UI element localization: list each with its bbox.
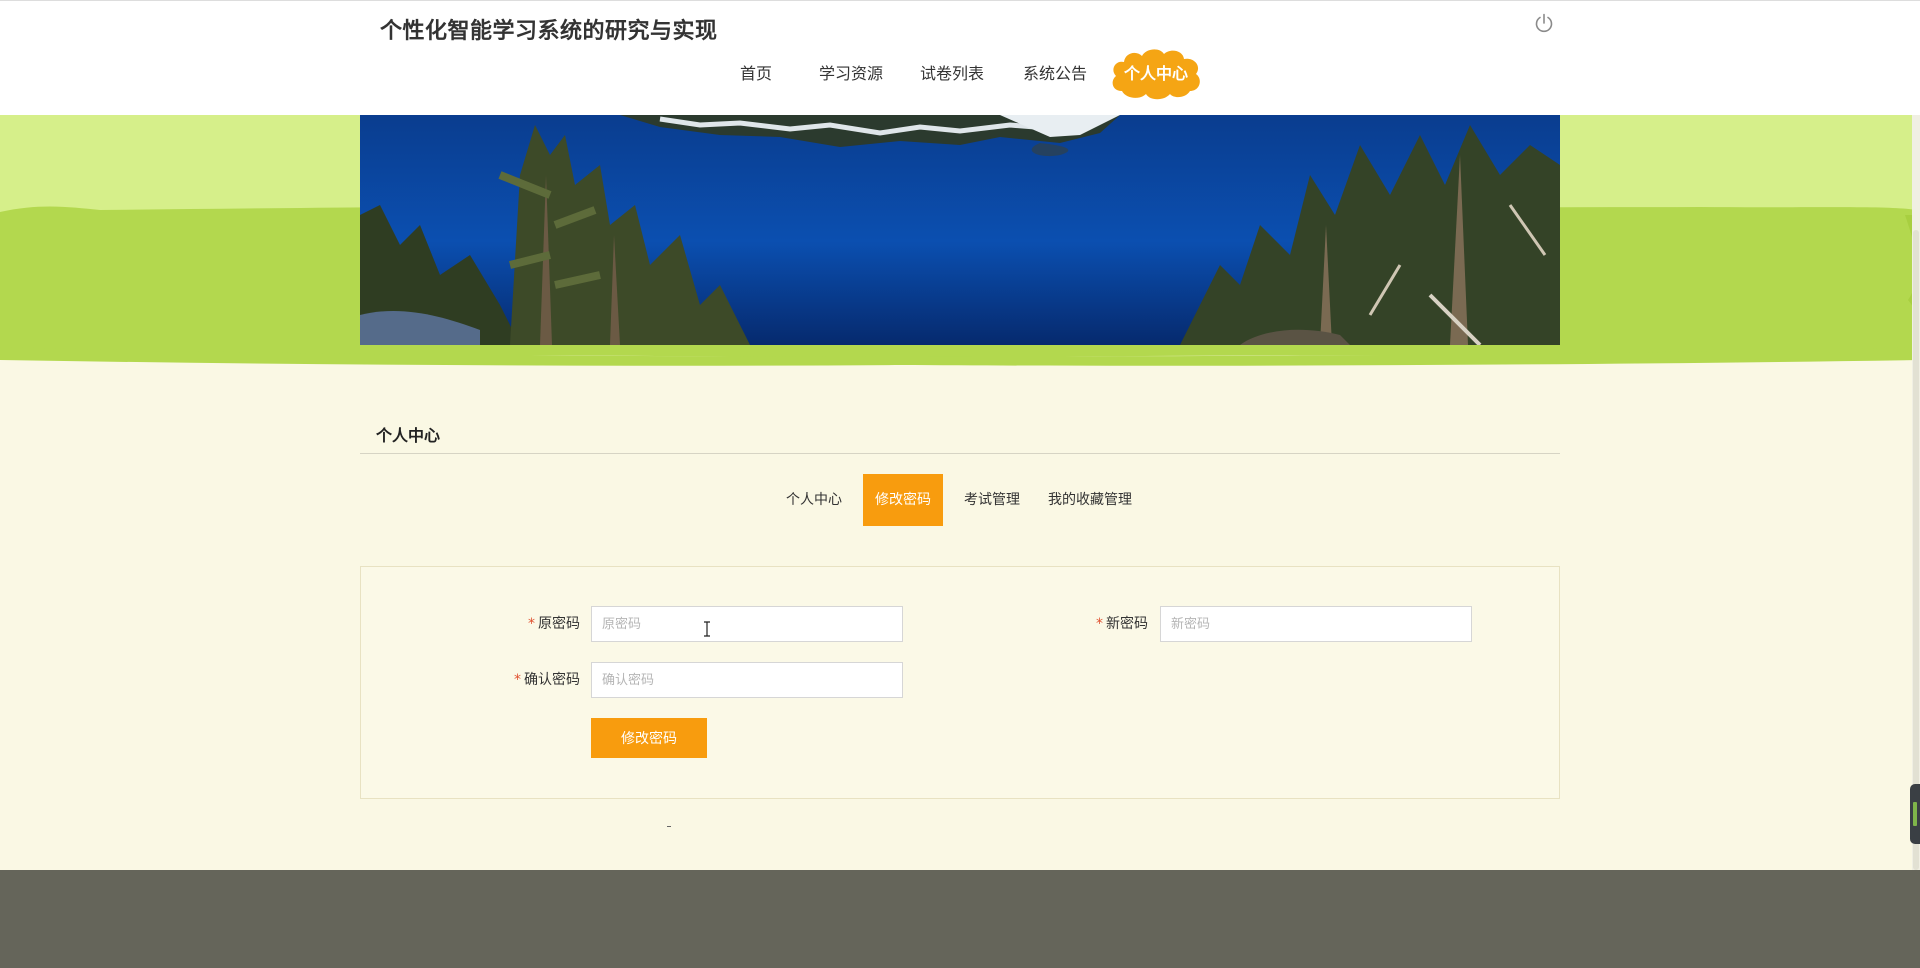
nav-system-notice[interactable]: 系统公告	[1023, 51, 1087, 97]
tab-favorites-management[interactable]: 我的收藏管理	[1046, 474, 1134, 526]
required-mark: *	[1096, 616, 1103, 632]
change-password-button[interactable]: 修改密码	[591, 718, 707, 758]
divider-mark	[667, 826, 671, 827]
nav-home[interactable]: 首页	[740, 51, 772, 97]
confirm-password-input[interactable]	[591, 662, 903, 698]
tab-change-password[interactable]: 修改密码	[863, 474, 943, 526]
text-cursor-icon	[704, 621, 710, 637]
site-header: 个性化智能学习系统的研究与实现 首页 学习资源 试卷列表 系统公告 个人中心	[0, 0, 1920, 115]
new-password-input[interactable]	[1160, 606, 1472, 642]
banner-image	[360, 115, 1560, 345]
page-footer	[0, 870, 1920, 968]
tab-exam-management[interactable]: 考试管理	[960, 474, 1024, 526]
lake-landscape-image	[360, 115, 1560, 345]
confirm-password-label: * 确认密码	[514, 672, 580, 688]
main-nav: 首页 学习资源 试卷列表 系统公告 个人中心	[0, 49, 1920, 100]
section-title: 个人中心	[376, 426, 441, 445]
nav-learning-resources[interactable]: 学习资源	[819, 51, 883, 97]
old-password-input[interactable]	[591, 606, 903, 642]
nav-exam-list[interactable]: 试卷列表	[920, 51, 984, 97]
personal-center-tabs: 个人中心 修改密码 考试管理 我的收藏管理	[0, 474, 1920, 526]
required-mark: *	[528, 616, 535, 632]
nav-personal-center-label: 个人中心	[1123, 64, 1188, 83]
side-widget-tab[interactable]	[1910, 784, 1920, 844]
power-icon[interactable]	[1533, 12, 1555, 34]
new-password-label: * 新密码	[1096, 616, 1148, 632]
scrollbar-thumb[interactable]	[1913, 230, 1919, 870]
tab-personal-center[interactable]: 个人中心	[784, 474, 844, 526]
widget-icon	[1913, 802, 1917, 826]
section-divider	[360, 453, 1560, 454]
site-title: 个性化智能学习系统的研究与实现	[380, 19, 718, 44]
required-mark: *	[514, 672, 521, 688]
nav-personal-center[interactable]: 个人中心	[1108, 45, 1204, 103]
old-password-label: * 原密码	[528, 616, 580, 632]
